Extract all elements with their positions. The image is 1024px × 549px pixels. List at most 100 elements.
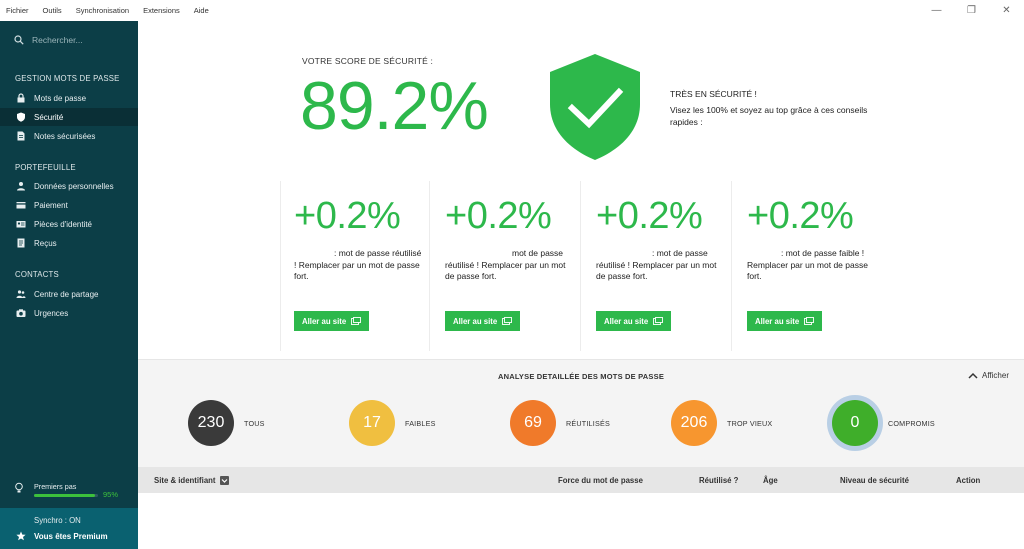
- security-status-text: Visez les 100% et soyez au top grâce à c…: [670, 105, 868, 127]
- tip-card: +0.2% : mot de passe réutilisé ! Remplac…: [582, 181, 732, 351]
- lock-icon: [16, 93, 26, 103]
- external-link-icon: [502, 317, 513, 325]
- search-input[interactable]: Rechercher...: [32, 35, 83, 45]
- stat-all[interactable]: 230 TOUS: [188, 400, 265, 446]
- receipt-icon: [16, 238, 26, 248]
- sidebar-item-security[interactable]: Sécurité: [0, 108, 138, 126]
- sidebar-item-label: Sécurité: [34, 112, 64, 122]
- minimize-button[interactable]: —: [919, 0, 954, 21]
- toggle-label: Afficher: [982, 371, 1009, 380]
- password-analysis: ANALYSE DETAILLÉE DES MOTS DE PASSE Affi…: [138, 359, 1024, 467]
- sidebar-item-personal-data[interactable]: Données personnelles: [0, 177, 138, 195]
- go-to-site-button[interactable]: Aller au site: [747, 311, 823, 331]
- menu-aide[interactable]: Aide: [187, 6, 216, 15]
- button-label: Aller au site: [453, 316, 498, 326]
- button-label: Aller au site: [755, 316, 800, 326]
- first-steps-bar-fill: [34, 494, 95, 497]
- go-to-site-button[interactable]: Aller au site: [294, 311, 370, 331]
- stat-circle: 0: [832, 400, 878, 446]
- premium-status[interactable]: Vous êtes Premium: [16, 531, 108, 541]
- sidebar-item-label: Reçus: [34, 238, 57, 248]
- tip-card: +0.2% : mot de passe réutilisé ! Remplac…: [280, 181, 430, 351]
- stat-compromised[interactable]: 0 COMPROMIS: [832, 400, 935, 446]
- section-title-password-management: GESTION MOTS DE PASSE: [15, 74, 120, 83]
- sidebar-item-label: Urgences: [34, 308, 69, 318]
- section-title-wallet: PORTEFEUILLE: [15, 163, 76, 172]
- premium-label: Vous êtes Premium: [34, 531, 108, 541]
- show-toggle[interactable]: Afficher: [968, 371, 1009, 380]
- stat-too-old[interactable]: 206 TROP VIEUX: [671, 400, 772, 446]
- column-action: Action: [956, 476, 981, 485]
- sidebar-item-label: Centre de partage: [34, 289, 99, 299]
- people-icon: [16, 289, 26, 299]
- sidebar-item-passwords[interactable]: Mots de passe: [0, 89, 138, 107]
- first-steps-percent: 95%: [103, 490, 119, 499]
- external-link-icon: [351, 317, 362, 325]
- menu-outils[interactable]: Outils: [36, 6, 69, 15]
- menu-synchronisation[interactable]: Synchronisation: [69, 6, 136, 15]
- sort-down-icon: [219, 476, 229, 485]
- external-link-icon: [804, 317, 815, 325]
- stat-circle: 230: [188, 400, 234, 446]
- column-label: Site & identifiant: [154, 476, 216, 485]
- window-controls: — ❐ ✕: [919, 0, 1024, 21]
- lightbulb-icon: [15, 482, 23, 493]
- stat-label: TOUS: [244, 418, 265, 428]
- stat-label: FAIBLES: [405, 418, 436, 428]
- search-box[interactable]: Rechercher...: [14, 35, 83, 45]
- sidebar: Rechercher... GESTION MOTS DE PASSE Mots…: [0, 21, 138, 549]
- sidebar-item-sharing-center[interactable]: Centre de partage: [0, 285, 138, 303]
- sidebar-footer: Synchro : ON Vous êtes Premium: [0, 508, 138, 549]
- stat-circle: 69: [510, 400, 556, 446]
- sidebar-item-id-documents[interactable]: Pièces d'identité: [0, 215, 138, 233]
- stat-label: TROP VIEUX: [727, 418, 773, 428]
- stat-label: RÉUTILISÉS: [566, 418, 610, 428]
- sidebar-item-receipts[interactable]: Reçus: [0, 234, 138, 252]
- analysis-title: ANALYSE DETAILLÉE DES MOTS DE PASSE: [497, 372, 665, 381]
- tip-card: +0.2% : mot de passe faible ! Remplacer …: [733, 181, 883, 351]
- sync-status[interactable]: Synchro : ON: [34, 516, 81, 525]
- sidebar-item-label: Paiement: [34, 200, 68, 210]
- tip-text: mot de passe réutilisé ! Remplacer par u…: [445, 248, 566, 281]
- menu-fichier[interactable]: Fichier: [0, 6, 36, 15]
- tip-text: : mot de passe réutilisé ! Remplacer par…: [596, 248, 717, 281]
- sidebar-item-secure-notes[interactable]: Notes sécurisées: [0, 127, 138, 145]
- sidebar-item-label: Notes sécurisées: [34, 131, 96, 141]
- column-password-strength[interactable]: Force du mot de passe: [558, 476, 643, 485]
- security-status-title: TRÈS EN SÉCURITÉ !: [670, 89, 757, 99]
- go-to-site-button[interactable]: Aller au site: [596, 311, 672, 331]
- close-button[interactable]: ✕: [989, 0, 1024, 21]
- stat-weak[interactable]: 17 FAIBLES: [349, 400, 436, 446]
- column-site-identifier[interactable]: Site & identifiant: [154, 476, 229, 485]
- stat-label: COMPROMIS: [888, 418, 935, 428]
- menu-extensions[interactable]: Extensions: [136, 6, 187, 15]
- tip-text: : mot de passe réutilisé ! Remplacer par…: [294, 248, 422, 281]
- button-label: Aller au site: [302, 316, 347, 326]
- search-icon: [14, 35, 24, 45]
- chevron-up-icon: [968, 372, 978, 379]
- person-card-icon: [16, 181, 26, 191]
- sidebar-item-emergency[interactable]: Urgences: [0, 304, 138, 322]
- note-icon: [16, 131, 26, 141]
- shield-check-icon: [550, 54, 640, 160]
- tip-card: +0.2% mot de passe réutilisé ! Remplacer…: [431, 181, 581, 351]
- first-steps-label: Premiers pas: [34, 482, 77, 491]
- go-to-site-button[interactable]: Aller au site: [445, 311, 521, 331]
- credit-card-icon: [16, 200, 26, 210]
- column-age[interactable]: Âge: [763, 476, 778, 485]
- tip-value: +0.2%: [596, 195, 703, 237]
- column-security-level[interactable]: Niveau de sécurité: [840, 476, 909, 485]
- score-value: 89.2%: [300, 68, 489, 144]
- column-reused[interactable]: Réutilisé ?: [699, 476, 738, 485]
- sidebar-item-payment[interactable]: Paiement: [0, 196, 138, 214]
- camera-icon: [16, 308, 26, 318]
- restore-button[interactable]: ❐: [954, 0, 989, 21]
- button-label: Aller au site: [604, 316, 649, 326]
- tip-value: +0.2%: [294, 195, 401, 237]
- sidebar-item-label: Mots de passe: [34, 93, 87, 103]
- stat-reused[interactable]: 69 RÉUTILISÉS: [510, 400, 610, 446]
- external-link-icon: [653, 317, 664, 325]
- star-icon: [16, 531, 26, 541]
- score-label: VOTRE SCORE DE SÉCURITÉ :: [302, 56, 434, 66]
- id-card-icon: [16, 219, 26, 229]
